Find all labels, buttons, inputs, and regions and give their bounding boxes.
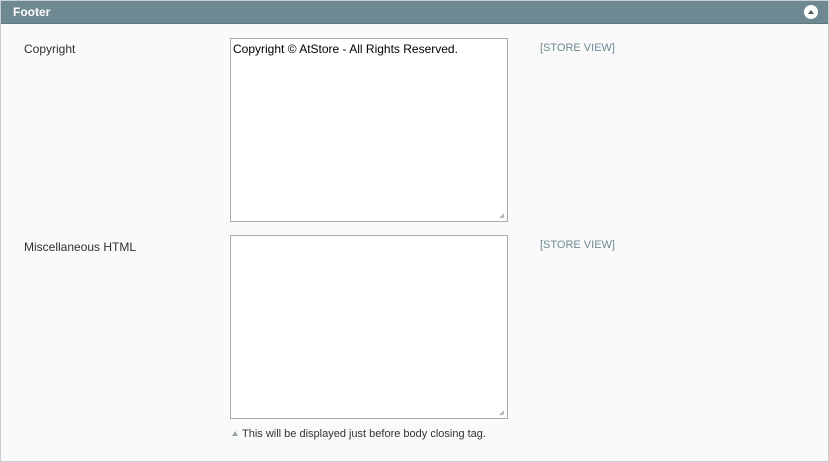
misc-html-label: Miscellaneous HTML [24, 240, 137, 254]
note-text: This will be displayed just before body … [242, 428, 486, 440]
resize-grip-icon[interactable] [499, 410, 505, 416]
resize-grip-icon[interactable] [499, 213, 505, 219]
copyright-textarea[interactable]: Copyright © AtStore - All Rights Reserve… [230, 38, 508, 222]
misc-html-scope: [STORE VIEW] [540, 239, 615, 251]
section-title: Footer [13, 5, 51, 19]
copyright-label: Copyright [24, 42, 76, 56]
collapse-up-icon[interactable] [804, 5, 818, 19]
misc-html-note: This will be displayed just before body … [232, 428, 486, 441]
footer-fieldset: Footer Copyright Copyright © AtStore - A… [0, 0, 829, 462]
section-header[interactable]: Footer [1, 1, 828, 24]
copyright-scope: [STORE VIEW] [540, 42, 615, 54]
note-triangle-icon [232, 431, 238, 436]
misc-html-textarea[interactable] [230, 235, 508, 419]
